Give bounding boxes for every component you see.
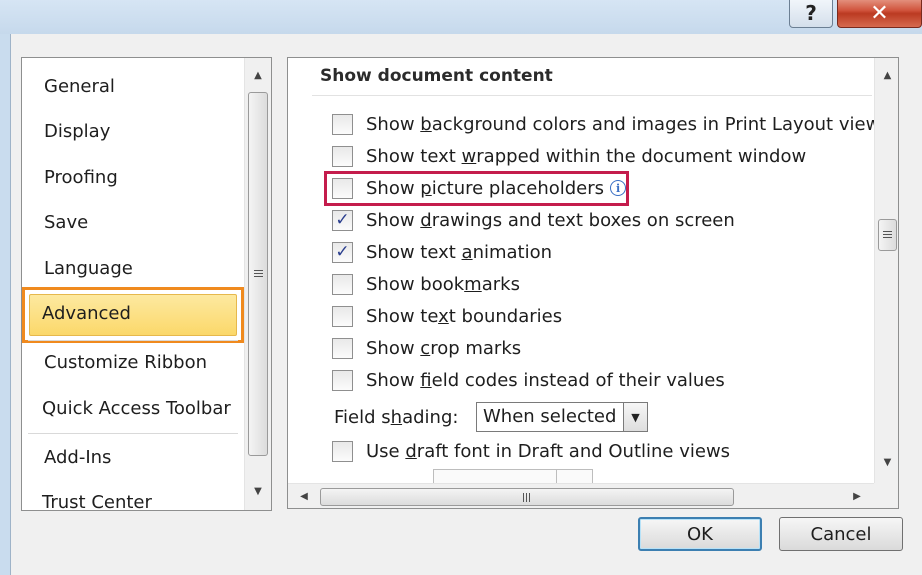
scroll-up-icon[interactable]: ▲ <box>875 64 898 86</box>
scrollbar-thumb[interactable] <box>248 92 268 456</box>
category-proofing[interactable]: Proofing <box>44 167 118 188</box>
checkbox[interactable] <box>332 369 353 391</box>
option-show-picture-placeholders[interactable]: Show picture placeholders i <box>332 176 627 200</box>
option-use-draft-font[interactable]: Use draft font in Draft and Outline view… <box>332 439 730 463</box>
field-shading-value: When selected <box>483 406 617 427</box>
option-show-text-animation[interactable]: ✓ Show text animation <box>332 240 552 264</box>
option-label: Show picture placeholders <box>366 177 605 199</box>
section-divider <box>312 95 872 96</box>
ok-button[interactable]: OK <box>638 517 762 551</box>
option-show-background-colors[interactable]: Show background colors and images in Pri… <box>332 112 880 136</box>
scroll-up-icon[interactable]: ▲ <box>245 64 271 86</box>
option-label: Show field codes instead of their values <box>366 369 725 391</box>
title-bar: ? ✕ <box>0 0 922 34</box>
option-show-bookmarks[interactable]: Show bookmarks <box>332 272 520 296</box>
chevron-down-icon[interactable]: ▼ <box>623 403 647 431</box>
category-divider <box>28 340 238 341</box>
info-icon[interactable]: i <box>610 180 627 196</box>
checkbox[interactable] <box>332 440 353 462</box>
option-show-drawings[interactable]: ✓ Show drawings and text boxes on screen <box>332 208 735 232</box>
option-label: Show drawings and text boxes on screen <box>366 209 735 231</box>
checkbox[interactable] <box>332 177 353 199</box>
field-shading-label: Field shading: <box>334 406 459 428</box>
category-advanced[interactable]: Advanced <box>42 303 131 324</box>
category-display[interactable]: Display <box>44 121 110 142</box>
option-show-text-boundaries[interactable]: Show text boundaries <box>332 304 562 328</box>
option-label: Show text animation <box>366 241 553 263</box>
cancel-button[interactable]: Cancel <box>779 517 903 551</box>
option-label: Use draft font in Draft and Outline view… <box>366 440 731 462</box>
check-icon: ✓ <box>335 209 350 230</box>
options-horizontal-scrollbar[interactable]: ◀ ▶ <box>288 483 874 508</box>
checkbox[interactable] <box>332 305 353 327</box>
category-list: General Display Proofing Save Language A… <box>21 57 272 511</box>
option-label: Show text boundaries <box>366 305 563 327</box>
grip-icon <box>883 230 892 240</box>
scrollbar-thumb[interactable] <box>878 219 897 251</box>
close-icon: ✕ <box>870 0 889 26</box>
options-panel: Show document content Show background co… <box>287 57 899 509</box>
checkbox-checked[interactable]: ✓ <box>332 209 353 231</box>
scroll-down-icon[interactable]: ▼ <box>245 480 271 502</box>
category-customize-ribbon[interactable]: Customize Ribbon <box>44 352 207 373</box>
option-label: Show bookmarks <box>366 273 520 295</box>
grip-icon <box>522 492 532 502</box>
option-label: Show text wrapped within the document wi… <box>366 145 807 167</box>
scroll-down-icon[interactable]: ▼ <box>875 451 898 473</box>
options-vertical-scrollbar[interactable]: ▲ ▼ <box>874 58 898 483</box>
close-button[interactable]: ✕ <box>837 0 922 28</box>
checkbox[interactable] <box>332 145 353 167</box>
option-label: Show crop marks <box>366 337 522 359</box>
category-general[interactable]: General <box>44 76 115 97</box>
category-divider <box>28 433 238 434</box>
option-show-crop-marks[interactable]: Show crop marks <box>332 336 521 360</box>
category-scrollbar[interactable]: ▲ ▼ <box>244 58 271 510</box>
scrollbar-corner <box>874 483 898 508</box>
category-save[interactable]: Save <box>44 212 88 233</box>
checkbox[interactable] <box>332 337 353 359</box>
option-label: Show background colors and images in Pri… <box>366 113 881 135</box>
option-show-field-codes[interactable]: Show field codes instead of their values <box>332 368 725 392</box>
scroll-right-icon[interactable]: ▶ <box>845 484 869 508</box>
scrollbar-thumb[interactable] <box>320 488 734 506</box>
field-shading-select[interactable]: When selected ▼ <box>476 402 648 432</box>
check-icon: ✓ <box>335 241 350 262</box>
category-language[interactable]: Language <box>44 258 133 279</box>
checkbox[interactable] <box>332 273 353 295</box>
category-quick-access-toolbar[interactable]: Quick Access Toolbar <box>42 398 231 419</box>
grip-icon <box>253 269 263 279</box>
help-icon: ? <box>805 1 817 25</box>
category-trust-center[interactable]: Trust Center <box>42 492 152 510</box>
checkbox-checked[interactable]: ✓ <box>332 241 353 263</box>
help-button[interactable]: ? <box>789 0 833 28</box>
section-title: Show document content <box>320 66 553 86</box>
scroll-left-icon[interactable]: ◀ <box>292 484 316 508</box>
option-show-text-wrapped[interactable]: Show text wrapped within the document wi… <box>332 144 806 168</box>
field-shading-row: Field shading: When selected ▼ <box>334 401 648 433</box>
partially-visible-select[interactable] <box>433 469 593 484</box>
category-add-ins[interactable]: Add-Ins <box>44 447 111 468</box>
checkbox[interactable] <box>332 113 353 135</box>
